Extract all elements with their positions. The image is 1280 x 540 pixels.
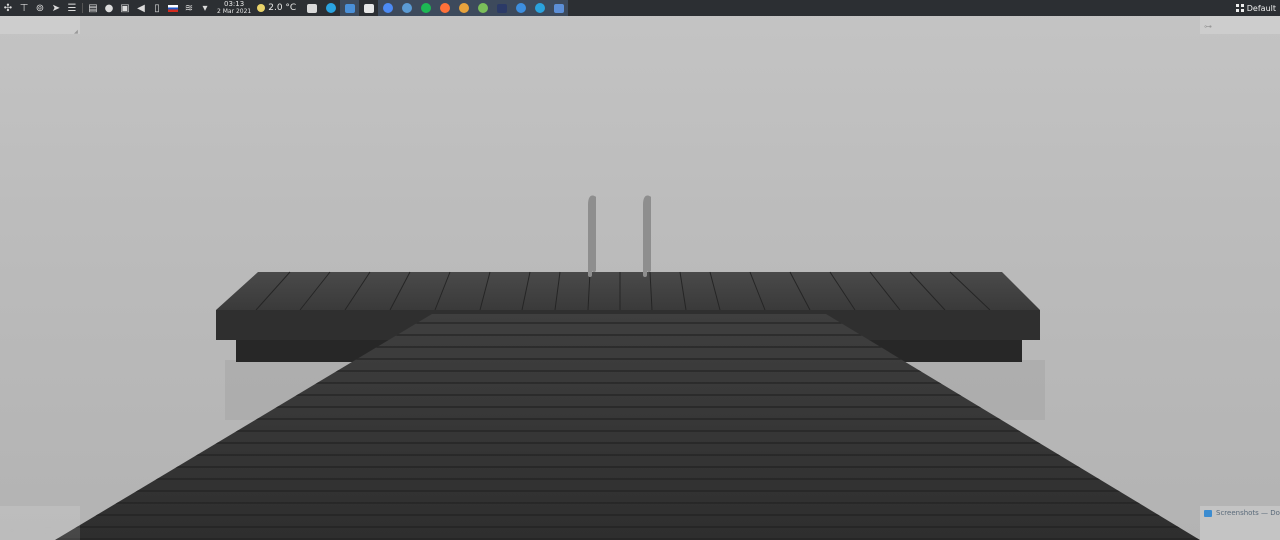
taskbar-button[interactable] bbox=[397, 0, 417, 16]
chat-icon bbox=[553, 3, 564, 13]
tray-expand-icon[interactable]: ▾ bbox=[198, 1, 212, 15]
telegram-2-icon bbox=[534, 3, 545, 13]
telegram-icon bbox=[325, 3, 336, 13]
taskbar-button[interactable] bbox=[435, 0, 455, 16]
telegram-send-icon[interactable]: ➤ bbox=[49, 1, 63, 15]
chrome-icon bbox=[382, 3, 393, 13]
tor-icon bbox=[477, 3, 488, 13]
notification-title: Screenshots — Dolphin bbox=[1216, 509, 1280, 517]
weather-temperature: 2.0 °C bbox=[268, 3, 297, 13]
terminal-icon bbox=[496, 3, 507, 13]
widget-indicator-icon: ⊶ bbox=[1204, 22, 1212, 31]
notification-popup[interactable]: Screenshots — Dolphin bbox=[1200, 506, 1280, 540]
system-tray: ✣ ⊤ ⊚ ➤ ☰ ▤ ● ▣ ◀ ▯ ≋ ▾ bbox=[0, 0, 213, 16]
vpn-icon[interactable]: ⊚ bbox=[33, 1, 47, 15]
keyboard-layout-flag-icon[interactable] bbox=[166, 1, 180, 15]
clipboard-icon[interactable]: ▤ bbox=[86, 1, 100, 15]
activity-switcher[interactable]: Default bbox=[1235, 0, 1280, 16]
taskbar-button[interactable] bbox=[321, 0, 340, 16]
divider bbox=[82, 3, 83, 13]
desktop-widget-left[interactable]: ◢ bbox=[0, 16, 80, 35]
sun-icon bbox=[257, 4, 266, 12]
taskbar-button[interactable] bbox=[416, 0, 436, 16]
color-picker-icon bbox=[458, 3, 469, 13]
desktop-wallpaper bbox=[0, 0, 1280, 540]
folder-icon[interactable]: ▭ bbox=[24, 526, 36, 536]
drive-icon[interactable]: ▣ bbox=[118, 1, 132, 15]
clock-date: 2 Mar 2021 bbox=[217, 8, 252, 15]
battery-icon[interactable]: ▯ bbox=[150, 1, 164, 15]
file-manager-icon bbox=[306, 3, 317, 13]
chromium-icon bbox=[401, 3, 412, 13]
taskbar-button[interactable] bbox=[454, 0, 474, 16]
taskbar-button[interactable] bbox=[359, 0, 378, 16]
clock-time: 03:13 bbox=[224, 0, 245, 8]
clock[interactable]: 03:13 2 Mar 2021 bbox=[217, 0, 252, 16]
network-icon[interactable]: ⊤ bbox=[17, 1, 31, 15]
firefox-icon bbox=[439, 3, 450, 13]
resize-handle-icon[interactable]: ◢ bbox=[74, 29, 78, 35]
top-panel: ✣ ⊤ ⊚ ➤ ☰ ▤ ● ▣ ◀ ▯ ≋ ▾ 03:13 2 Mar 2021… bbox=[0, 0, 1280, 16]
taskbar-button[interactable] bbox=[302, 0, 321, 16]
taskbar-button[interactable] bbox=[549, 0, 569, 16]
taskbar-button[interactable] bbox=[492, 0, 512, 16]
chat-icon[interactable]: ▢ bbox=[42, 526, 54, 536]
bulb-icon[interactable]: ● bbox=[102, 1, 116, 15]
search-icon[interactable]: ⌕ bbox=[6, 526, 18, 536]
activities-icon bbox=[1235, 4, 1244, 12]
app-launcher-icon[interactable]: ✣ bbox=[1, 1, 15, 15]
window-icon bbox=[344, 3, 355, 13]
spotify-icon bbox=[420, 3, 431, 13]
taskbar-button[interactable] bbox=[473, 0, 493, 16]
taskbar bbox=[302, 0, 569, 16]
activity-label: Default bbox=[1246, 3, 1276, 13]
taskbar-button[interactable] bbox=[530, 0, 550, 16]
browser-icon bbox=[515, 3, 526, 13]
weather-widget[interactable]: 2.0 °C bbox=[257, 3, 296, 13]
wifi-icon[interactable]: ≋ bbox=[182, 1, 196, 15]
taskbar-button[interactable] bbox=[378, 0, 398, 16]
dolphin-icon bbox=[1204, 510, 1212, 517]
window-list-icon[interactable]: ☰ bbox=[65, 1, 79, 15]
vk-icon bbox=[363, 3, 374, 13]
volume-icon[interactable]: ◀ bbox=[134, 1, 148, 15]
dock-platform bbox=[216, 272, 1040, 310]
bottom-left-dock: ⌕ ▭ ▢ bbox=[0, 506, 80, 540]
taskbar-button[interactable] bbox=[340, 0, 360, 16]
taskbar-button[interactable] bbox=[511, 0, 531, 16]
